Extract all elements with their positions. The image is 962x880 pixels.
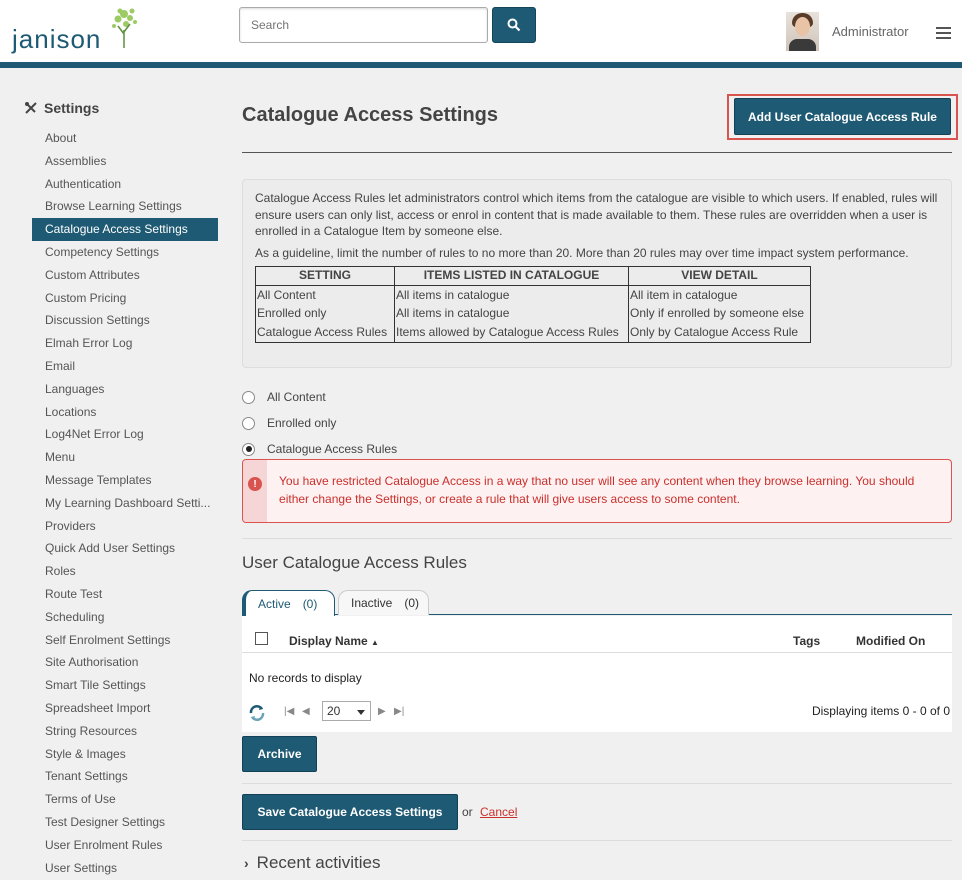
warning-alert: ! You have restricted Catalogue Access i… bbox=[242, 459, 952, 523]
table-row: Catalogue Access Rules Items allowed by C… bbox=[255, 323, 811, 343]
refresh-icon[interactable] bbox=[248, 704, 266, 722]
sidebar-item-terms-of-use[interactable]: Terms of Use bbox=[32, 788, 216, 811]
select-all-checkbox[interactable] bbox=[255, 632, 268, 645]
title-divider bbox=[242, 152, 952, 153]
alert-message: You have restricted Catalogue Access in … bbox=[279, 474, 915, 506]
grid-pager: |◀ ◀ 20 ▶ ▶| Displaying items 0 - 0 of 0 bbox=[242, 696, 952, 732]
sidebar-item-user-settings[interactable]: User Settings bbox=[32, 857, 216, 880]
sidebar-item-locations[interactable]: Locations bbox=[32, 401, 216, 424]
sidebar-item-elmah-error-log[interactable]: Elmah Error Log bbox=[32, 332, 216, 355]
column-modified-on[interactable]: Modified On bbox=[856, 634, 925, 648]
search-icon bbox=[507, 18, 521, 32]
sidebar-item-message-templates[interactable]: Message Templates bbox=[32, 469, 216, 492]
paging-info: Displaying items 0 - 0 of 0 bbox=[811, 704, 950, 718]
search-input[interactable] bbox=[239, 7, 488, 43]
table-row: Enrolled only All items in catalogue Only … bbox=[255, 304, 811, 324]
user-name[interactable]: Administrator bbox=[832, 24, 909, 39]
section-divider bbox=[242, 538, 952, 539]
tools-icon bbox=[25, 102, 37, 114]
chevron-down-icon bbox=[357, 710, 365, 715]
page-size-select[interactable]: 20 bbox=[322, 701, 371, 721]
sidebar-item-authentication[interactable]: Authentication bbox=[32, 173, 216, 196]
sidebar-item-custom-pricing[interactable]: Custom Pricing bbox=[32, 287, 216, 310]
sidebar-item-site-authorisation[interactable]: Site Authorisation bbox=[32, 651, 216, 674]
sidebar-item-custom-attributes[interactable]: Custom Attributes bbox=[32, 264, 216, 287]
settings-table: SETTING ITEMS LISTED IN CATALOGUE VIEW D… bbox=[255, 266, 811, 343]
avatar[interactable] bbox=[786, 12, 819, 51]
tab-inactive[interactable]: Inactive (0) bbox=[338, 590, 429, 615]
save-settings-button[interactable]: Save Catalogue Access Settings bbox=[242, 794, 458, 830]
sidebar-item-user-enrolment-rules[interactable]: User Enrolment Rules bbox=[32, 834, 216, 857]
radio-all-content[interactable] bbox=[242, 390, 255, 404]
add-rule-button[interactable]: Add User Catalogue Access Rule bbox=[734, 98, 951, 135]
cancel-link[interactable]: Cancel bbox=[480, 805, 517, 819]
sidebar-item-roles[interactable]: Roles bbox=[32, 560, 216, 583]
sidebar-item-style-images[interactable]: Style & Images bbox=[32, 743, 216, 766]
sidebar-item-languages[interactable]: Languages bbox=[32, 378, 216, 401]
sidebar-nav: About Assemblies Authentication Browse Lear… bbox=[32, 127, 226, 879]
first-page-icon[interactable]: |◀ bbox=[284, 706, 294, 717]
info-guideline: As a guideline, limit the number of rule… bbox=[255, 245, 909, 260]
sidebar-item-self-enrolment-settings[interactable]: Self Enrolment Settings bbox=[32, 629, 216, 652]
archive-button[interactable]: Archive bbox=[242, 736, 317, 772]
option-all-content[interactable]: All Content bbox=[242, 384, 397, 410]
option-enrolled-only[interactable]: Enrolled only bbox=[242, 410, 397, 436]
top-header: janison Administrator bbox=[0, 0, 962, 62]
sidebar-item-catalogue-access-settings[interactable]: Catalogue Access Settings bbox=[32, 218, 218, 241]
logo-text: janison bbox=[12, 24, 102, 54]
info-panel: Catalogue Access Rules let administrator… bbox=[242, 179, 952, 368]
sidebar-item-route-test[interactable]: Route Test bbox=[32, 583, 216, 606]
page-title: Catalogue Access Settings bbox=[242, 104, 499, 126]
empty-message: No records to display bbox=[249, 671, 362, 685]
section-divider bbox=[242, 840, 952, 841]
sidebar-item-email[interactable]: Email bbox=[32, 355, 216, 378]
sidebar-item-browse-learning-settings[interactable]: Browse Learning Settings bbox=[32, 195, 216, 218]
table-header: ITEMS LISTED IN CATALOGUE bbox=[394, 266, 629, 286]
search-button[interactable] bbox=[492, 7, 536, 43]
table-header: SETTING bbox=[255, 266, 395, 286]
sidebar-item-smart-tile-settings[interactable]: Smart Tile Settings bbox=[32, 674, 216, 697]
rules-grid: Display Name ▲ Tags Modified On No recor… bbox=[242, 616, 952, 732]
info-paragraph: Catalogue Access Rules let administrator… bbox=[255, 191, 938, 238]
radio-enrolled-only[interactable] bbox=[242, 416, 255, 430]
grid-header: Display Name ▲ Tags Modified On bbox=[242, 616, 952, 653]
sidebar-item-quick-add-user-settings[interactable]: Quick Add User Settings bbox=[32, 537, 216, 560]
sidebar-item-competency-settings[interactable]: Competency Settings bbox=[32, 241, 216, 264]
sidebar-item-menu[interactable]: Menu bbox=[32, 446, 216, 469]
table-header: VIEW DETAIL bbox=[628, 266, 811, 286]
section-divider bbox=[242, 783, 952, 784]
sidebar-item-spreadsheet-import[interactable]: Spreadsheet Import bbox=[32, 697, 216, 720]
last-page-icon[interactable]: ▶| bbox=[394, 706, 404, 717]
sidebar-item-my-learning-dashboard-setti[interactable]: My Learning Dashboard Setti... bbox=[32, 492, 216, 515]
settings-sidebar: Settings About Assemblies Authentication Br… bbox=[0, 68, 222, 880]
sidebar-item-scheduling[interactable]: Scheduling bbox=[32, 606, 216, 629]
sidebar-item-assemblies[interactable]: Assemblies bbox=[32, 150, 216, 173]
prev-page-icon[interactable]: ◀ bbox=[302, 706, 310, 717]
sidebar-item-discussion-settings[interactable]: Discussion Settings bbox=[32, 309, 216, 332]
sidebar-item-log4net-error-log[interactable]: Log4Net Error Log bbox=[32, 423, 216, 446]
exclamation-icon: ! bbox=[248, 477, 262, 491]
next-page-icon[interactable]: ▶ bbox=[378, 706, 386, 717]
sort-asc-icon: ▲ bbox=[371, 638, 379, 647]
sidebar-title: Settings bbox=[24, 100, 99, 116]
janison-logo[interactable]: janison bbox=[12, 4, 142, 58]
sidebar-item-providers[interactable]: Providers bbox=[32, 515, 216, 538]
table-row: All Content All items in catalogue All ite… bbox=[255, 285, 811, 305]
hamburger-menu-icon[interactable] bbox=[936, 27, 951, 40]
or-text: or bbox=[462, 805, 473, 819]
column-display-name[interactable]: Display Name ▲ bbox=[289, 634, 379, 648]
sidebar-item-string-resources[interactable]: String Resources bbox=[32, 720, 216, 743]
tab-active[interactable]: Active (0) bbox=[242, 590, 335, 616]
main-content: Catalogue Access Settings Add User Catal… bbox=[222, 68, 962, 880]
sidebar-item-tenant-settings[interactable]: Tenant Settings bbox=[32, 765, 216, 788]
rules-section-title: User Catalogue Access Rules bbox=[242, 553, 467, 572]
sidebar-item-test-designer-settings[interactable]: Test Designer Settings bbox=[32, 811, 216, 834]
recent-activities-toggle[interactable]: › Recent activities bbox=[244, 853, 380, 873]
rules-tabs: Active (0) Inactive (0) bbox=[242, 590, 952, 616]
access-options: All Content Enrolled only Catalogue Acce… bbox=[242, 384, 397, 462]
column-tags[interactable]: Tags bbox=[793, 634, 820, 648]
chevron-right-icon: › bbox=[244, 855, 249, 871]
sidebar-item-about[interactable]: About bbox=[32, 127, 216, 150]
radio-catalogue-access-rules[interactable] bbox=[242, 442, 255, 456]
